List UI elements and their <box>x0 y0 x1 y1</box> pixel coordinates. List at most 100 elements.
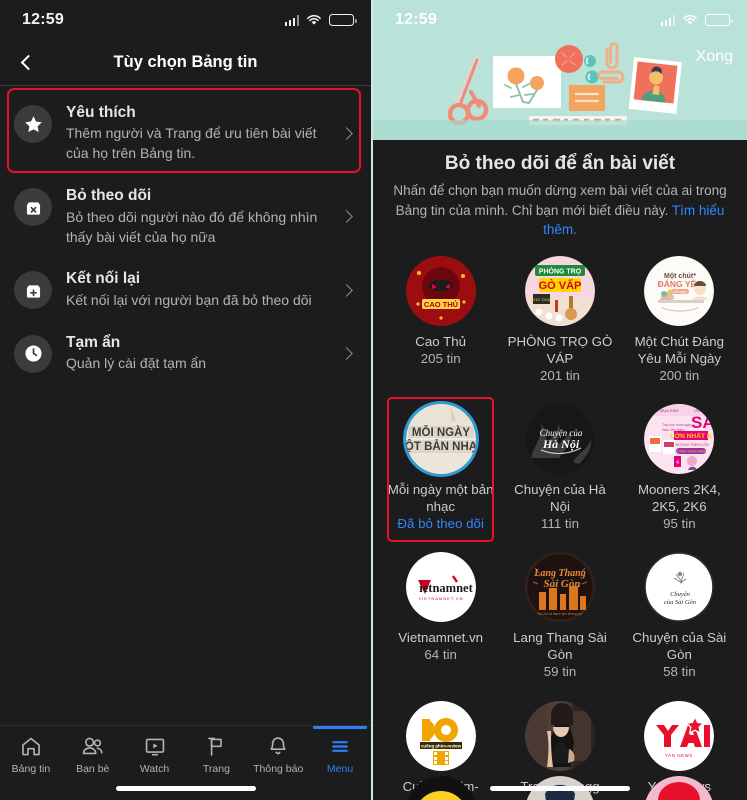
avatar-wrapper: Chuyện của Sài Gòn <box>644 552 715 623</box>
menu-item-title: Yêu thích <box>66 104 136 121</box>
tab-friends[interactable]: Bạn bè <box>62 735 124 775</box>
page-name: PHÒNG TRỌ GÒ VÁP <box>507 333 613 366</box>
home-indicator <box>115 786 256 791</box>
avatar-wrapper <box>405 776 476 800</box>
menu-item-snooze[interactable]: Tạm ẩn Quản lý cài đặt tạm ẩn <box>0 322 371 385</box>
page-cell[interactable]: Chuyện của Hà Nội Chuyện của Hà Nội 111 t… <box>500 398 619 540</box>
scissors-icon <box>447 56 489 126</box>
svg-text:4: 4 <box>676 460 679 466</box>
cao-thu-avatar: CAO THỦ <box>405 255 476 326</box>
tab-notifications[interactable]: Thông báo <box>247 735 309 775</box>
page-name: Cao Thủ <box>415 333 467 349</box>
svg-text:SAL: SAL <box>691 413 714 432</box>
avatar-wrapper: CAO THỦ <box>405 255 476 326</box>
page-unfollowed-status: Đã bỏ theo dõi <box>397 516 484 532</box>
page-name: Chuyện của Sài Gòn <box>632 630 727 663</box>
cellular-signal-icon <box>660 14 675 26</box>
svg-text:Hà Nội: Hà Nội <box>542 437 580 451</box>
page-post-count: 200 tin <box>659 367 700 383</box>
nav-header: Tùy chọn Bảng tin <box>0 40 371 85</box>
menu-item-subtitle: Quản lý cài đặt tạm ẩn <box>66 355 207 372</box>
svg-text:CHO THUÊ: CHO THUÊ <box>531 297 552 302</box>
avatar-wrapper: ietnamnet VIETNAMNET.VN <box>405 552 476 623</box>
avatar-wrapper: Chuyện của Hà Nội <box>524 404 595 474</box>
pages-grid: CAO THỦ Cao Thủ 205 tin PHÒNG TRỌ GÒ VẤP … <box>373 240 747 800</box>
watch-icon <box>145 738 164 756</box>
svg-text:của Sài Gòn: của Sài Gòn <box>664 599 696 606</box>
page-cell[interactable]: MỖI NGÀY ỘT BẢN NHẠ Mỗi ngày một bản nhạc… <box>381 397 500 543</box>
menu-item-text: Yêu thích Thêm người và Trang để ưu tiên… <box>66 103 328 164</box>
svg-text:VIETNAMNET.VN: VIETNAMNET.VN <box>418 596 463 601</box>
chevron-right-icon <box>340 127 353 140</box>
banner-illustration <box>373 40 747 140</box>
menu-item-text: Bỏ theo dõi Bỏ theo dõi người nào đó để … <box>66 186 328 247</box>
tab-pages[interactable]: Trang <box>185 735 247 775</box>
page-title: Tùy chọn Bảng tin <box>113 53 258 71</box>
active-tab-indicator <box>313 726 368 729</box>
page-name: Vietnamnet.vn <box>398 630 484 646</box>
chevron-right-icon <box>340 283 353 297</box>
page-post-count: 64 tin <box>424 647 457 663</box>
page-cell[interactable]: PHÒNG TRỌ GÒ VẤP CHO THUÊ PHÒNG TRỌ GÒ V… <box>500 250 619 392</box>
chuyen-cua-ha-noi-avatar: Chuyện của Hà Nội <box>524 404 595 474</box>
back-button[interactable] <box>0 40 52 85</box>
page-post-count: 205 tin <box>420 350 461 366</box>
page-cell[interactable]: Chuyện của Sài Gòn Chuyện của Sài Gòn 58 t… <box>620 546 739 688</box>
page-cell-partial[interactable] <box>620 770 739 800</box>
chevron-right-icon <box>340 347 353 360</box>
tab-label: Bạn bè <box>76 763 110 775</box>
chuyen-cua-sai-gon-avatar: Chuyện của Sài Gòn <box>644 552 715 623</box>
svg-text:Giao Việt Nam: Giao Việt Nam <box>662 428 684 432</box>
moi-ngay-mot-ban-nhac-avatar: MỖI NGÀY ỘT BẢN NHẠ <box>405 404 476 474</box>
menu-item-unfollow[interactable]: Bỏ theo dõi Bỏ theo dõi người nào đó để … <box>0 175 371 258</box>
page-post-count: 58 tin <box>663 664 696 680</box>
unfollow-sheet-body: Bỏ theo dõi để ẩn bài viết Nhấn để chọn … <box>373 140 747 800</box>
status-bar-right: 12:59 <box>373 0 747 40</box>
menu-item-favorites[interactable]: Yêu thích Thêm người và Trang để ưu tiên… <box>0 92 371 175</box>
feed-preferences-menu: Yêu thích Thêm người và Trang để ưu tiên… <box>0 86 371 386</box>
page-cell[interactable]: MUA SẮMƯU ĐÃI SAL LỚN NHẤT N CHƯƠNG TRÌN… <box>620 398 739 540</box>
page-name: Mooners 2K4, 2K5, 2K6 <box>637 482 721 515</box>
page-cell[interactable]: CAO THỦ Cao Thủ 205 tin <box>381 250 500 392</box>
phong-tro-go-vap-avatar: PHÒNG TRỌ GÒ VẤP CHO THUÊ <box>524 255 595 326</box>
svg-text:mỗi ngày: mỗi ngày <box>674 289 688 294</box>
menu-item-title: Bỏ theo dõi <box>66 187 152 205</box>
chevron-left-icon <box>20 54 36 71</box>
status-bar-left: 12:59 <box>0 0 371 40</box>
page-name: Một Chút Đáng Yêu Mỗi Ngày <box>634 333 725 366</box>
page-cell[interactable]: Lang Thang Sài Gòn Sài Gòn là thành phố … <box>500 546 619 688</box>
hamburger-menu-icon <box>332 741 348 752</box>
svg-text:10000 VOUCHER: 10000 VOUCHER <box>677 450 706 454</box>
page-cell-partial[interactable] <box>381 770 500 800</box>
tab-menu[interactable]: Menu <box>309 726 371 775</box>
menu-item-subtitle: Bỏ theo dõi người nào đó để không nhìn t… <box>66 208 318 245</box>
svg-text:ỘT BẢN NHẠ: ỘT BẢN NHẠ <box>406 440 476 453</box>
page-post-count: 95 tin <box>663 516 696 532</box>
page-post-count: 111 tin <box>541 516 579 532</box>
bell-icon <box>270 737 286 755</box>
svg-text:ietnamnet: ietnamnet <box>419 581 473 595</box>
tab-watch[interactable]: Watch <box>124 735 186 775</box>
tab-newsfeed[interactable]: Bảng tin <box>0 735 62 775</box>
done-button[interactable]: Xong <box>696 48 733 66</box>
page-cell-partial[interactable] <box>500 770 619 800</box>
page-cell[interactable]: ietnamnet VIETNAMNET.VN Vietnamnet.vn 64 t… <box>381 546 500 688</box>
svg-text:CAO THỦ: CAO THỦ <box>424 300 458 309</box>
svg-text:MUA SẮM: MUA SẮM <box>660 408 678 413</box>
pages-flag-icon <box>208 737 223 756</box>
sheet-title: Bỏ theo dõi để ẩn bài viết <box>444 153 676 174</box>
left-phone-panel: 12:59 Tùy chọn Bảng tin Yêu thích Thêm n <box>0 0 373 800</box>
svg-text:CHƯƠNG TRÌNH LỚN: CHƯƠNG TRÌNH LỚN <box>674 442 710 447</box>
svg-text:Sài Gòn là thành phố không ngủ: Sài Gòn là thành phố không ngủ <box>537 612 583 616</box>
avatar-wrapper: PHÒNG TRỌ GÒ VẤP CHO THUÊ <box>524 255 595 326</box>
menu-item-subtitle: Thêm người và Trang để ưu tiên bài viết … <box>66 125 317 162</box>
menu-item-reconnect[interactable]: Kết nối lại Kết nối lại với người bạn đã… <box>0 258 371 321</box>
tab-label: Watch <box>139 763 170 775</box>
chevron-right-icon <box>340 210 353 224</box>
svg-text:Tiếp sức mùa ngày: Tiếp sức mùa ngày <box>662 423 691 427</box>
page-cell[interactable]: Một chút* ĐÁNG YÊU mỗi ngày Một Chút Đán… <box>620 250 739 392</box>
status-bar-time: 12:59 <box>395 11 437 28</box>
svg-text:Chuyện: Chuyện <box>670 591 690 598</box>
menu-item-title: Tạm ẩn <box>66 333 121 351</box>
tab-label: Bảng tin <box>11 763 51 775</box>
